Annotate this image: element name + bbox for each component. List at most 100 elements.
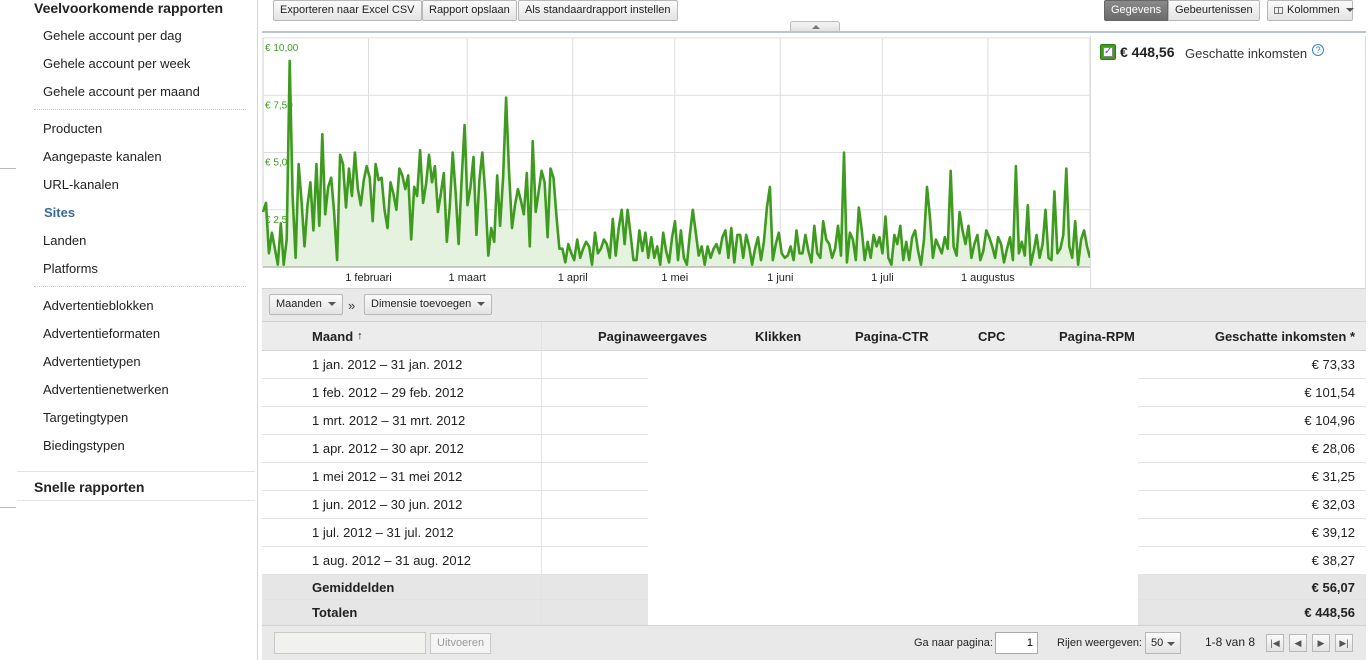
revenue-cell: € 101,54	[1304, 385, 1355, 400]
sidebar-divider	[17, 471, 255, 472]
events-toggle-button[interactable]: Gebeurtenissen	[1168, 0, 1260, 21]
save-report-button[interactable]: Rapport opslaan	[422, 0, 517, 21]
sidebar-item-ad-units[interactable]: Advertentieblokken	[43, 298, 154, 313]
x-tick-label: 1 augustus	[961, 272, 1015, 284]
goto-page-input[interactable]	[995, 632, 1038, 654]
revenue-cell: € 32,03	[1311, 497, 1355, 512]
export-csv-button[interactable]: Exporteren naar Excel CSV	[273, 0, 422, 21]
next-page-icon[interactable]: ▶	[1312, 634, 1330, 652]
table-footer: Uitvoeren Ga naar pagina: Rijen weergeve…	[262, 625, 1366, 660]
sidebar-item-countries[interactable]: Landen	[43, 233, 86, 248]
add-dimension-label: Dimensie toevoegen	[371, 298, 472, 310]
help-icon[interactable]: ?	[1312, 44, 1324, 56]
sidebar-item-url-channels[interactable]: URL-kanalen	[43, 177, 119, 192]
x-tick-label: 1 februari	[345, 272, 391, 284]
column-header-month[interactable]: Maand ↑	[312, 322, 363, 350]
revenue-cell: € 31,25	[1311, 469, 1355, 484]
goto-page-label: Ga naar pagina:	[914, 637, 993, 649]
sidebar-item-targeting-types[interactable]: Targetingtypen	[43, 410, 128, 425]
sidebar-item-sites[interactable]: Sites	[44, 205, 75, 220]
sidebar-divider	[17, 500, 255, 501]
x-tick-label: 1 mei	[661, 272, 688, 284]
month-cell: 1 jul. 2012 – 31 jul. 2012	[312, 525, 454, 540]
sidebar-item-custom-channels[interactable]: Aangepaste kanalen	[43, 149, 162, 164]
totals-row-revenue: € 448,56	[1304, 604, 1355, 620]
month-cell: 1 apr. 2012 – 30 apr. 2012	[312, 441, 464, 456]
revenue-cell: € 73,33	[1311, 357, 1355, 372]
columns-button[interactable]: Kolommen	[1267, 0, 1354, 21]
table-icon	[1274, 6, 1283, 14]
month-cell: 1 mei 2012 – 31 mei 2012	[312, 469, 463, 484]
column-header-estimated-revenue[interactable]: Geschatte inkomsten *	[1215, 322, 1355, 350]
pagination-range: 1-8 van 8	[1205, 635, 1256, 649]
edge-mark	[0, 168, 16, 169]
period-dropdown-label: Maanden	[276, 298, 322, 310]
averages-row-revenue: € 56,07	[1311, 579, 1355, 595]
sidebar-item-bid-types[interactable]: Biedingstypen	[43, 438, 125, 453]
x-tick-label: 1 juni	[767, 272, 793, 284]
sort-ascending-icon: ↑	[357, 330, 363, 342]
column-header-pageviews[interactable]: Paginaweergaves	[598, 322, 707, 350]
sidebar-item-ad-types[interactable]: Advertentietypen	[43, 354, 141, 369]
revenue-cell: € 39,12	[1311, 525, 1355, 540]
x-tick-label: 1 april	[558, 272, 588, 284]
sidebar-border	[257, 0, 258, 660]
month-cell: 1 mrt. 2012 – 31 mrt. 2012	[312, 413, 466, 428]
sidebar-divider	[34, 286, 246, 287]
sidebar-item-ad-networks[interactable]: Advertentienetwerken	[43, 382, 169, 397]
rows-per-page-select[interactable]: 50	[1145, 632, 1181, 654]
column-header-cpc[interactable]: CPC	[978, 322, 1005, 350]
chevron-down-icon	[327, 302, 336, 307]
add-dimension-dropdown[interactable]: Dimensie toevoegen	[364, 294, 493, 315]
month-cell: 1 aug. 2012 – 31 aug. 2012	[312, 553, 472, 568]
columns-button-label: Kolommen	[1287, 4, 1340, 16]
prev-page-icon[interactable]: ◀	[1289, 634, 1307, 652]
table-header-row: Maand ↑ Paginaweergaves Klikken Pagina-CT…	[262, 322, 1366, 351]
run-filter-button[interactable]: Uitvoeren	[430, 633, 492, 654]
series-total-value: € 448,56	[1120, 44, 1175, 60]
chart-legend: ✓ € 448,56 Geschatte inkomsten ?	[1090, 36, 1366, 288]
last-page-icon[interactable]: ▶|	[1335, 634, 1353, 652]
sidebar-item-account-per-week[interactable]: Gehele account per week	[43, 56, 190, 71]
data-toggle-button[interactable]: Gegevens	[1104, 0, 1169, 21]
sidebar-item-account-per-day[interactable]: Gehele account per dag	[43, 28, 182, 43]
common-reports-title: Veelvoorkomende rapporten	[34, 0, 224, 16]
averages-row-label: Gemiddelden	[312, 579, 395, 595]
revenue-cell: € 104,96	[1304, 413, 1355, 428]
column-header-clicks[interactable]: Klikken	[755, 322, 801, 350]
totals-row-label: Totalen	[312, 604, 358, 620]
set-default-report-button[interactable]: Als standaardrapport instellen	[518, 0, 678, 21]
chevron-down-icon	[477, 302, 486, 307]
period-dropdown[interactable]: Maanden	[269, 294, 343, 315]
chevron-down-icon	[1167, 642, 1175, 646]
revenue-chart: € 2,50€ 5,00€ 7,50€ 10,001 februari 1 maa…	[262, 37, 1092, 284]
edge-mark	[0, 507, 16, 508]
rows-per-page-label: Rijen weergeven:	[1057, 637, 1142, 649]
column-header-page-rpm[interactable]: Pagina-RPM	[1059, 322, 1135, 350]
rows-per-page-value: 50	[1151, 637, 1164, 649]
column-header-page-ctr[interactable]: Pagina-CTR	[855, 322, 929, 350]
sidebar-item-products[interactable]: Producten	[43, 121, 102, 136]
chevron-down-icon	[1345, 8, 1354, 13]
month-cell: 1 jan. 2012 – 31 jan. 2012	[312, 357, 463, 372]
table-toolbar: Maanden » Dimensie toevoegen	[262, 288, 1366, 322]
month-cell: 1 feb. 2012 – 29 feb. 2012	[312, 385, 464, 400]
sidebar-item-platforms[interactable]: Platforms	[43, 261, 98, 276]
check-icon: ✓	[1103, 46, 1113, 57]
chevron-up-icon	[812, 25, 820, 29]
y-tick-label: € 10,00	[265, 43, 299, 54]
sidebar-item-account-per-month[interactable]: Gehele account per maand	[43, 84, 200, 99]
filter-input[interactable]	[274, 632, 426, 654]
quick-reports-link[interactable]: Snelle rapporten	[34, 479, 144, 495]
x-tick-label: 1 juli	[871, 272, 894, 284]
revenue-cell: € 28,06	[1311, 441, 1355, 456]
sidebar: Veelvoorkomende rapporten Gehele account…	[0, 0, 258, 660]
series-checkbox[interactable]: ✓	[1100, 44, 1116, 60]
sidebar-divider	[34, 109, 246, 110]
sidebar-item-ad-formats[interactable]: Advertentieformaten	[43, 326, 160, 341]
revenue-cell: € 38,27	[1311, 553, 1355, 568]
hidden-metrics-area	[648, 351, 1138, 625]
breadcrumb-arrow: »	[348, 298, 356, 313]
first-page-icon[interactable]: |◀	[1266, 634, 1284, 652]
month-cell: 1 jun. 2012 – 30 jun. 2012	[312, 497, 463, 512]
